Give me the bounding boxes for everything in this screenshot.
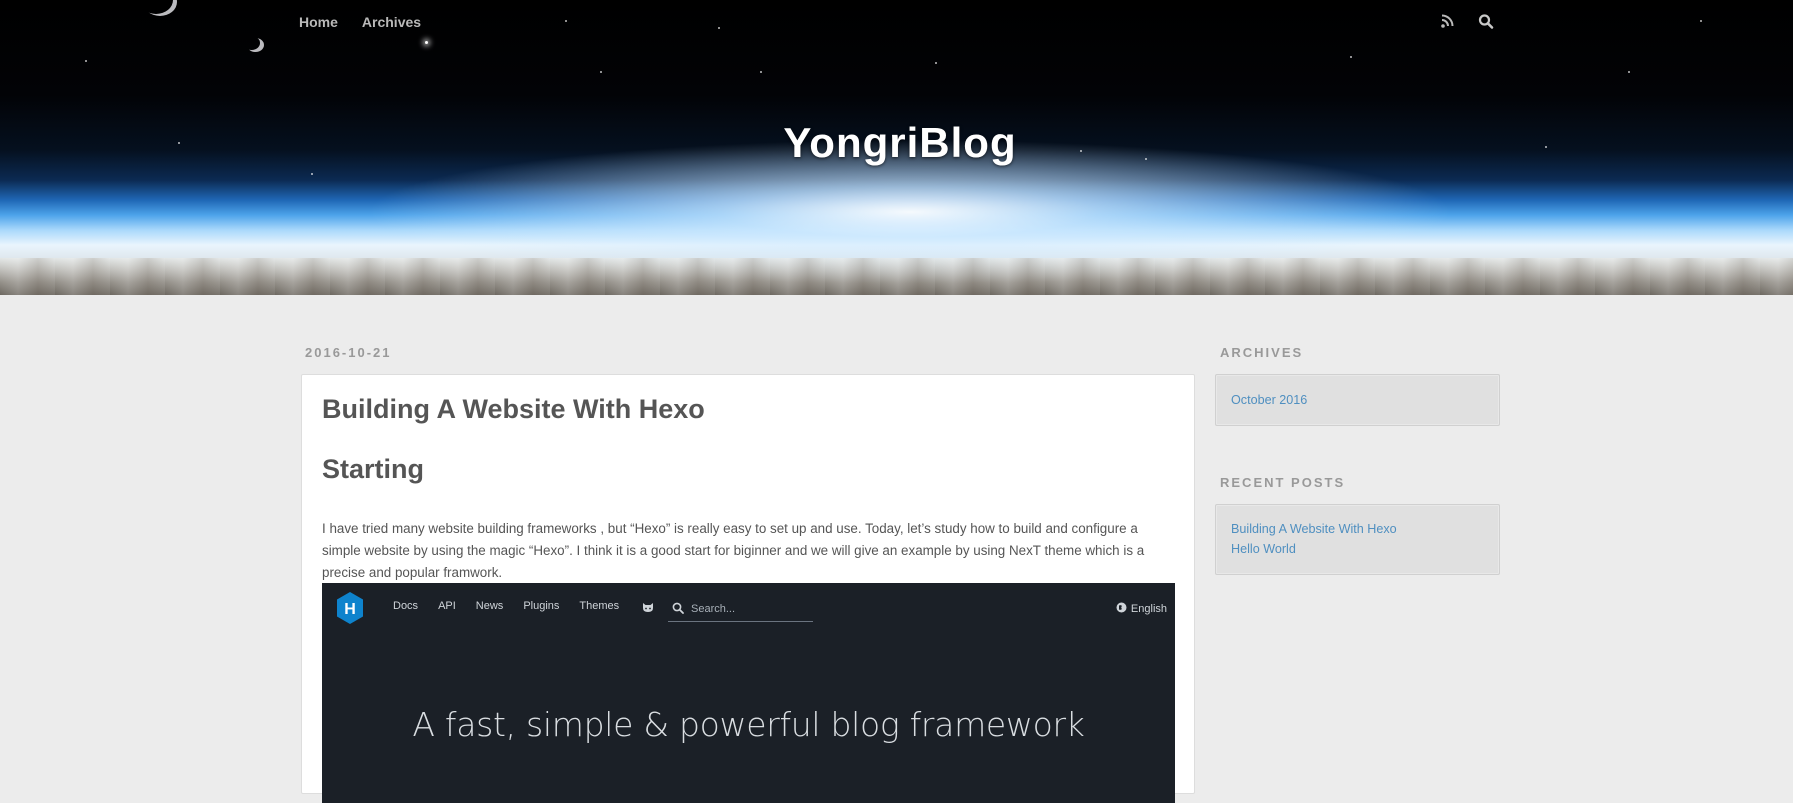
star [1628,71,1630,73]
post-date: 2016-10-21 [305,345,392,360]
star [565,20,567,22]
star [760,71,762,73]
archives-heading: ARCHIVES [1220,345,1304,360]
star [600,71,602,73]
star [935,62,937,64]
nav-home-link[interactable]: Home [299,14,338,34]
hexo-language-label: English [1130,603,1167,615]
star [85,60,87,62]
hexo-nav-api: API [438,600,456,612]
post-body: I have tried many website building frame… [322,520,1145,580]
hexo-nav-docs: Docs [393,600,419,612]
earth-horizon [0,258,1793,295]
main-nav: Home Archives [299,14,421,34]
hexo-nav-plugins: Plugins [523,600,560,612]
star [311,173,313,175]
post-card: Building A Website With Hexo Starting I … [301,374,1195,803]
recent-post-link[interactable]: Building A Website With Hexo [1231,519,1484,539]
hexo-language-selector: English [1116,600,1167,618]
bright-star [425,41,428,44]
recent-posts-box: Building A Website With Hexo Hello World [1215,504,1500,575]
rss-icon[interactable] [1440,12,1456,30]
recent-posts-heading: RECENT POSTS [1220,475,1346,490]
hexo-logo-letter: H [344,601,356,618]
header-banner: Home Archives YongriBlog [0,0,1793,295]
star [1350,56,1352,58]
globe-icon [1116,600,1127,618]
search-icon[interactable] [1478,12,1494,30]
hexo-nav-news: News [475,600,504,612]
hexo-nav-themes: Themes [579,600,620,612]
site-title[interactable]: YongriBlog [0,119,1793,167]
archives-box: October 2016 [1215,374,1500,426]
archive-link-october-2016[interactable]: October 2016 [1231,390,1484,410]
recent-post-link[interactable]: Hello World [1231,539,1484,559]
hexo-homepage-screenshot: H Docs API News Plugins Themes Search...… [322,583,1175,803]
moon-decoration [143,0,177,16]
moon-decoration [247,38,264,52]
hexo-search-placeholder: Search... [691,603,736,615]
hexo-search-field: Search... [668,597,813,622]
star [1700,20,1702,22]
nav-icons [1440,12,1494,30]
star [718,27,720,29]
hexo-nav: Docs API News Plugins Themes [393,600,619,612]
nav-archives-link[interactable]: Archives [362,14,421,34]
post-title[interactable]: Building A Website With Hexo [322,393,1174,425]
hexo-tagline: A fast, simple & powerful blog framework [412,705,1085,744]
post-subheading: Starting [322,454,425,485]
